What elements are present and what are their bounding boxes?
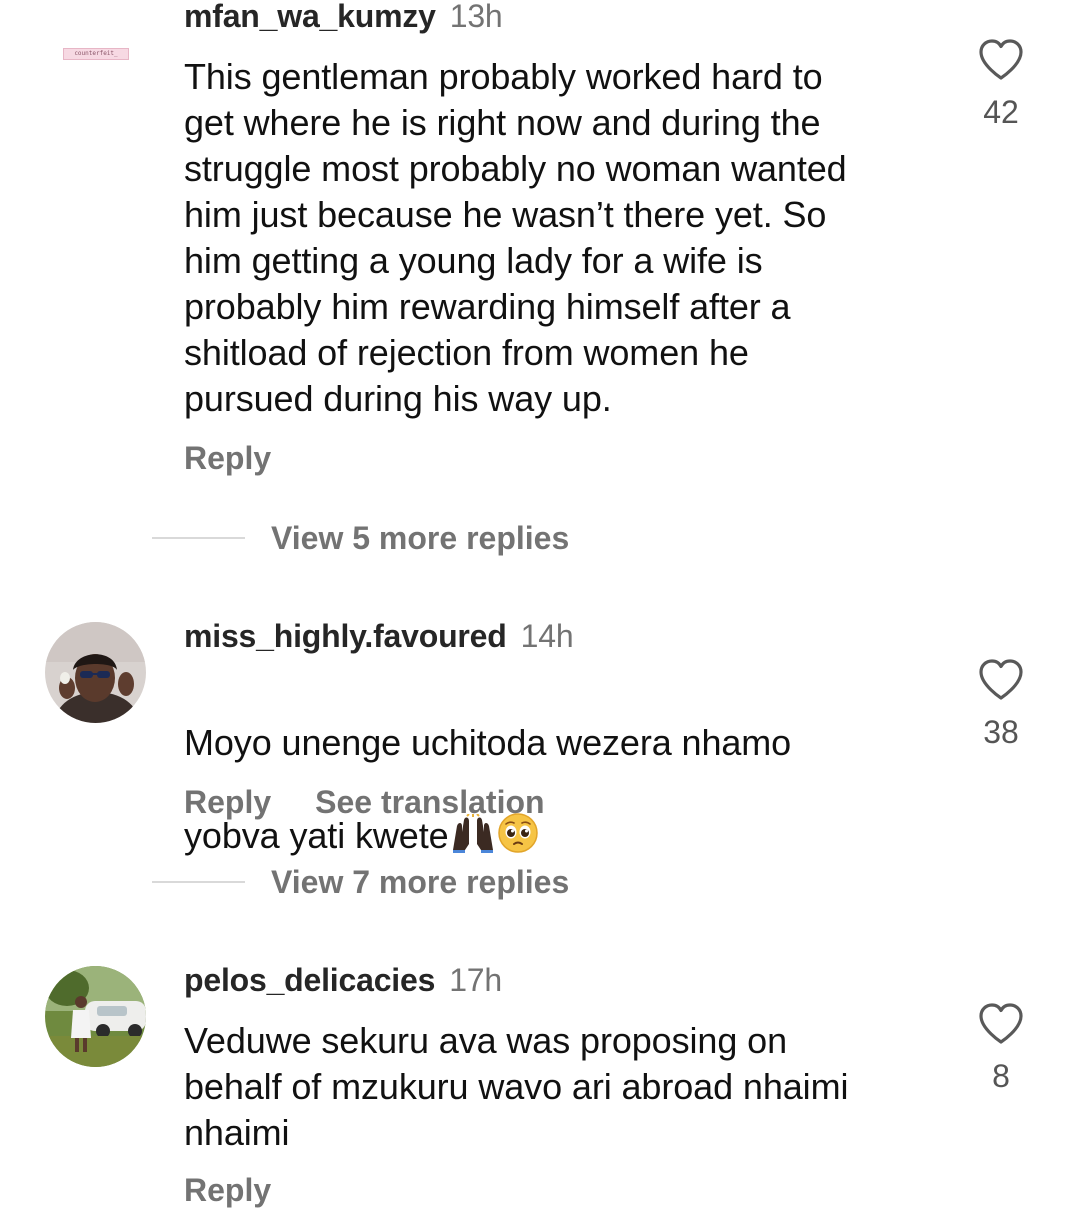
reply-button[interactable]: Reply	[184, 440, 271, 476]
reply-button[interactable]: Reply	[184, 1172, 271, 1208]
comment-actions: Reply	[184, 438, 271, 478]
like-count: 8	[992, 1058, 1010, 1094]
comment-text: Veduwe sekuru ava was proposing on behal…	[184, 1020, 849, 1153]
avatar[interactable]: counterfeit_	[63, 48, 129, 60]
reply-button[interactable]: Reply	[184, 784, 271, 820]
comment-timestamp: 17h	[449, 962, 502, 998]
like-count: 42	[983, 94, 1019, 130]
avatar[interactable]	[45, 966, 146, 1067]
like-button[interactable]: 38	[970, 658, 1032, 752]
divider-line	[152, 881, 245, 883]
comment-actions: Reply See translation	[184, 782, 545, 822]
heart-outline-icon[interactable]	[977, 38, 1025, 82]
comment-timestamp: 14h	[520, 618, 574, 654]
view-more-replies[interactable]: View 7 more replies	[152, 862, 569, 902]
like-button[interactable]: 8	[970, 1002, 1032, 1096]
comment-header: mfan_wa_kumzy 13h	[184, 0, 503, 36]
comment-timestamp: 13h	[449, 0, 503, 34]
comment-text-line: Moyo unenge uchitoda wezera nhamo	[184, 722, 792, 763]
avatar[interactable]	[45, 622, 146, 723]
comment-header: miss_highly.favoured 14h	[184, 616, 574, 656]
avatar-image	[45, 966, 146, 1067]
like-count: 38	[983, 714, 1019, 750]
view-more-replies-label[interactable]: View 5 more replies	[271, 520, 569, 557]
comment-username[interactable]: mfan_wa_kumzy	[184, 0, 436, 34]
comment-header: pelos_delicacies 17h	[184, 960, 502, 1000]
comment-username[interactable]: miss_highly.favoured	[184, 618, 507, 654]
divider-line	[152, 537, 245, 539]
like-button[interactable]: 42	[970, 38, 1032, 132]
heart-outline-icon[interactable]	[977, 1002, 1025, 1046]
comment-username[interactable]: pelos_delicacies	[184, 962, 435, 998]
heart-outline-icon[interactable]	[977, 658, 1025, 702]
see-translation-button[interactable]: See translation	[315, 784, 544, 820]
view-more-replies-label[interactable]: View 7 more replies	[271, 864, 569, 901]
comment-text: This gentleman probably worked hard to g…	[184, 56, 847, 419]
avatar-image	[45, 622, 146, 723]
comment-actions: Reply	[184, 1170, 271, 1210]
view-more-replies[interactable]: View 5 more replies	[152, 518, 569, 558]
